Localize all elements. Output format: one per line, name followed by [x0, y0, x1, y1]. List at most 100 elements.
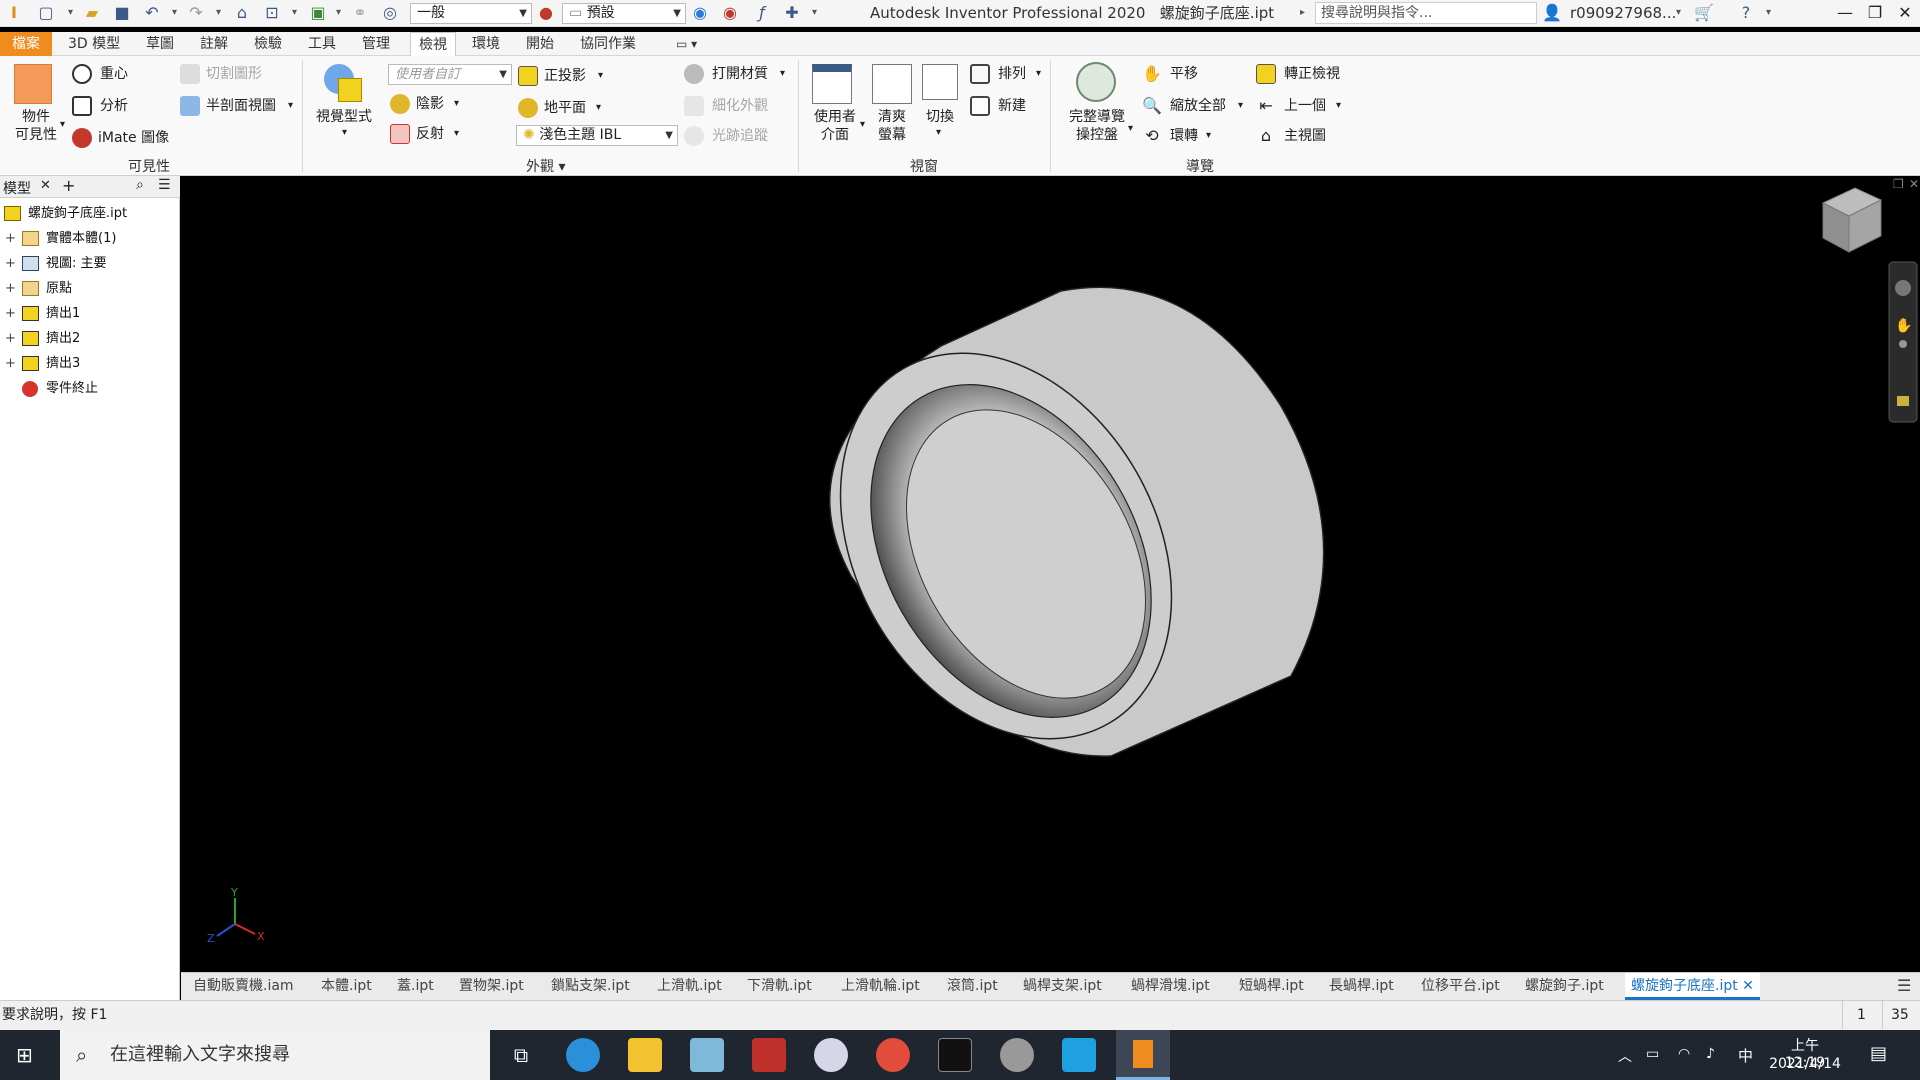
doc-tab[interactable]: 蝸桿滑塊.ipt	[1131, 973, 1210, 1000]
tree-item-extrude2[interactable]: + 擠出2	[0, 326, 180, 351]
arrange-dropdown-icon[interactable]: ▾	[1036, 65, 1041, 83]
quarter-section-button[interactable]: 切割圖形	[206, 65, 262, 83]
full-nav-wheel-icon[interactable]	[1076, 62, 1116, 102]
home-icon[interactable]: ⌂	[232, 3, 252, 23]
ribbon-options-icon[interactable]: ▭ ▾	[672, 32, 701, 56]
graphics-viewport[interactable]: ✋ ❐ ✕ Y X Z	[181, 176, 1920, 972]
title-chevron-icon[interactable]: ▸	[1300, 6, 1310, 20]
reflections-dropdown-icon[interactable]: ▾	[454, 125, 459, 143]
shadows-button[interactable]: 陰影	[416, 95, 444, 113]
adjust-appearance-icon[interactable]: ◉	[690, 3, 710, 23]
zoom-dropdown-icon[interactable]: ▾	[1238, 97, 1243, 115]
tree-item-view[interactable]: + 視圖: 主要	[0, 251, 180, 276]
tree-item-origin[interactable]: + 原點	[0, 276, 180, 301]
help-search-input[interactable]: 搜尋說明與指令...	[1315, 2, 1537, 24]
user-name[interactable]: r090927968...	[1570, 3, 1676, 23]
browser-close-icon[interactable]: ✕	[40, 178, 51, 193]
inventor-logo-icon[interactable]: I	[4, 3, 24, 23]
nav-bar-pan-icon[interactable]: ✋	[1895, 317, 1912, 334]
doc-tab[interactable]: 上滑軌.ipt	[657, 973, 722, 1000]
doc-tab[interactable]: 長蝸桿.ipt	[1329, 973, 1394, 1000]
shadows-dropdown-icon[interactable]: ▾	[454, 95, 459, 113]
appearance-combo[interactable]: ▭ 預設 ▼	[562, 3, 686, 24]
tab-environments[interactable]: 環境	[468, 32, 504, 56]
center-of-gravity-button[interactable]: 重心	[100, 65, 128, 83]
doc-tab[interactable]: 自動販賣機.iam	[193, 973, 294, 1000]
update-dropdown-icon[interactable]: ▾	[292, 6, 302, 20]
switch-dropdown-icon[interactable]: ▾	[936, 124, 941, 142]
chrome-icon[interactable]	[876, 1038, 910, 1072]
viewport-close-icon[interactable]: ✕	[1909, 177, 1919, 191]
user-defined-combo[interactable]: 使用者自訂 ▼	[388, 64, 512, 85]
zoom-all-button[interactable]: 縮放全部	[1170, 97, 1226, 115]
tree-item-extrude3[interactable]: + 擠出3	[0, 351, 180, 376]
expand-icon[interactable]: +	[5, 351, 16, 376]
tab-view[interactable]: 檢視	[410, 32, 456, 57]
app-icon-notes[interactable]	[690, 1038, 724, 1072]
previous-dropdown-icon[interactable]: ▾	[1336, 97, 1341, 115]
clean-screen-button[interactable]: 清爽 螢幕	[874, 108, 910, 144]
iproperties-dropdown-icon[interactable]: ▾	[336, 6, 346, 20]
nav-wheel-dropdown-icon[interactable]: ▾	[1128, 120, 1133, 138]
viewport-maximize-icon[interactable]: ❐	[1893, 177, 1904, 191]
tab-file[interactable]: 檔案	[0, 32, 52, 56]
wifi-icon[interactable]: ◠	[1678, 1046, 1690, 1062]
ground-plane-dropdown-icon[interactable]: ▾	[596, 99, 601, 117]
file-explorer-icon[interactable]	[628, 1038, 662, 1072]
new-window-button[interactable]: 新建	[998, 97, 1026, 115]
restore-button[interactable]: ❐	[1860, 2, 1890, 24]
pan-button[interactable]: 平移	[1170, 65, 1198, 83]
taskbar-search-input[interactable]: ⌕ 在這裡輸入文字來搜尋	[60, 1030, 490, 1080]
doc-tab[interactable]: 下滑軌.ipt	[747, 973, 812, 1000]
tab-collaborate[interactable]: 協同作業	[576, 32, 640, 56]
doc-tab[interactable]: 蝸桿支架.ipt	[1023, 973, 1102, 1000]
orbit-button[interactable]: 環轉	[1170, 127, 1198, 145]
close-button[interactable]: ✕	[1890, 2, 1920, 24]
model-canvas[interactable]: ✋ ❐ ✕ Y X Z	[181, 176, 1920, 972]
nav-bar-zoom-icon[interactable]	[1899, 340, 1907, 348]
tree-item-part[interactable]: 螺旋鉤子底座.ipt	[0, 201, 180, 226]
previous-view-button[interactable]: 上一個	[1284, 97, 1326, 115]
tray-chevron-icon[interactable]: ︿	[1618, 1046, 1632, 1066]
visual-style-icon[interactable]	[324, 64, 364, 108]
browser-menu-icon[interactable]: ☰	[158, 177, 171, 193]
user-icon[interactable]: 👤	[1542, 3, 1562, 23]
customize-dropdown-icon[interactable]: ▾	[812, 6, 822, 20]
object-visibility-dropdown-icon[interactable]: ▾	[60, 116, 65, 134]
open-folder-icon[interactable]: ▰	[82, 3, 102, 23]
help-dropdown-icon[interactable]: ▾	[1766, 6, 1776, 20]
texture-dropdown-icon[interactable]: ▾	[780, 65, 785, 83]
undo-dropdown-icon[interactable]: ▾	[172, 6, 182, 20]
reflections-button[interactable]: 反射	[416, 125, 444, 143]
new-dropdown-icon[interactable]: ▾	[68, 6, 78, 20]
new-file-icon[interactable]: ▢	[36, 3, 56, 23]
switch-window-icon[interactable]	[922, 64, 958, 100]
half-section-button[interactable]: 半剖面視圖	[206, 97, 276, 115]
user-interface-icon[interactable]	[812, 64, 852, 104]
tab-sketch[interactable]: 草圖	[142, 32, 178, 56]
doc-tab-close-icon[interactable]: ✕	[1742, 978, 1754, 994]
object-visibility-icon[interactable]	[14, 64, 52, 104]
tab-tools[interactable]: 工具	[304, 32, 340, 56]
expand-icon[interactable]: +	[5, 326, 16, 351]
imate-glyph-button[interactable]: iMate 圖像	[98, 129, 169, 147]
minimize-button[interactable]: —	[1830, 2, 1860, 24]
tab-manage[interactable]: 管理	[358, 32, 394, 56]
tab-get-started[interactable]: 開始	[522, 32, 558, 56]
lighting-style-combo[interactable]: ✺ 淺色主題 IBL ▼	[516, 125, 678, 146]
texture-on-button[interactable]: 打開材質	[712, 65, 768, 83]
orthographic-button[interactable]: 正投影	[544, 67, 586, 85]
add-icon[interactable]: ✚	[782, 3, 802, 23]
orthographic-dropdown-icon[interactable]: ▾	[598, 67, 603, 85]
browser-add-icon[interactable]: +	[62, 176, 75, 195]
iproperties-icon[interactable]: ▣	[308, 3, 328, 23]
refine-appearance-button[interactable]: 細化外觀	[712, 97, 768, 115]
battery-icon[interactable]: ▭	[1646, 1046, 1659, 1062]
undo-icon[interactable]: ↶	[142, 3, 162, 23]
tree-item-extrude1[interactable]: + 擠出1	[0, 301, 180, 326]
tab-3d-model[interactable]: 3D 模型	[64, 32, 124, 56]
terminal-icon[interactable]	[938, 1038, 972, 1072]
nav-bar-wheel-icon[interactable]	[1895, 280, 1911, 296]
fx-parameters-icon[interactable]: ƒ	[752, 3, 772, 23]
ground-plane-button[interactable]: 地平面	[544, 99, 586, 117]
